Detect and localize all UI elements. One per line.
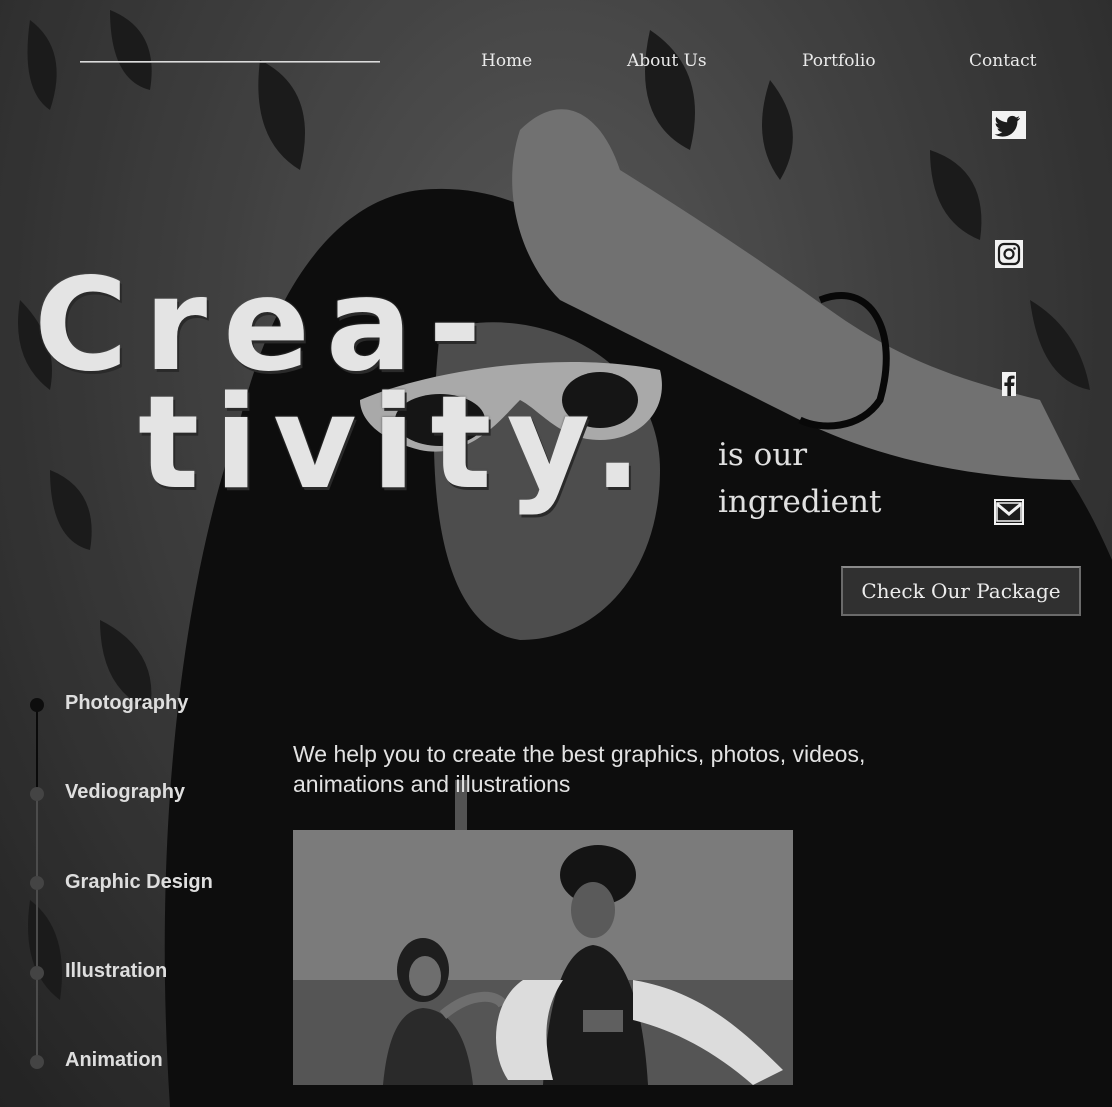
service-item-vediography[interactable]: Vediography xyxy=(65,781,185,804)
timeline-dot-vediography[interactable] xyxy=(30,787,44,801)
mail-icon[interactable] xyxy=(992,498,1026,526)
nav-contact[interactable]: Contact xyxy=(969,51,1037,71)
twitter-icon[interactable] xyxy=(992,111,1026,139)
logo-line xyxy=(80,61,380,63)
hero-tagline: is our ingredient xyxy=(718,432,918,526)
service-description: We help you to create the best graphics,… xyxy=(293,741,866,797)
service-item-illustration[interactable]: Illustration xyxy=(65,960,167,983)
nav-portfolio[interactable]: Portfolio xyxy=(802,51,876,71)
service-item-graphic-design[interactable]: Graphic Design xyxy=(65,871,213,894)
service-item-photography[interactable]: Photography xyxy=(65,692,188,715)
timeline-dot-illustration[interactable] xyxy=(30,966,44,980)
timeline-dot-photography[interactable] xyxy=(30,698,44,712)
nav-home[interactable]: Home xyxy=(481,51,532,71)
hero-title-line2: tivity. xyxy=(138,369,657,518)
nav-about-us[interactable]: About Us xyxy=(627,51,707,71)
featured-photo xyxy=(293,830,793,1085)
timeline-dot-graphic-design[interactable] xyxy=(30,876,44,890)
facebook-icon[interactable] xyxy=(992,370,1026,398)
timeline-active-segment xyxy=(36,705,38,793)
timeline-dot-animation[interactable] xyxy=(30,1055,44,1069)
tagline-line1: is our xyxy=(718,437,808,473)
instagram-icon[interactable] xyxy=(992,240,1026,268)
check-package-button[interactable]: Check Our Package xyxy=(841,566,1081,616)
tagline-line2: ingredient xyxy=(718,484,882,520)
service-item-animation[interactable]: Animation xyxy=(65,1049,163,1072)
